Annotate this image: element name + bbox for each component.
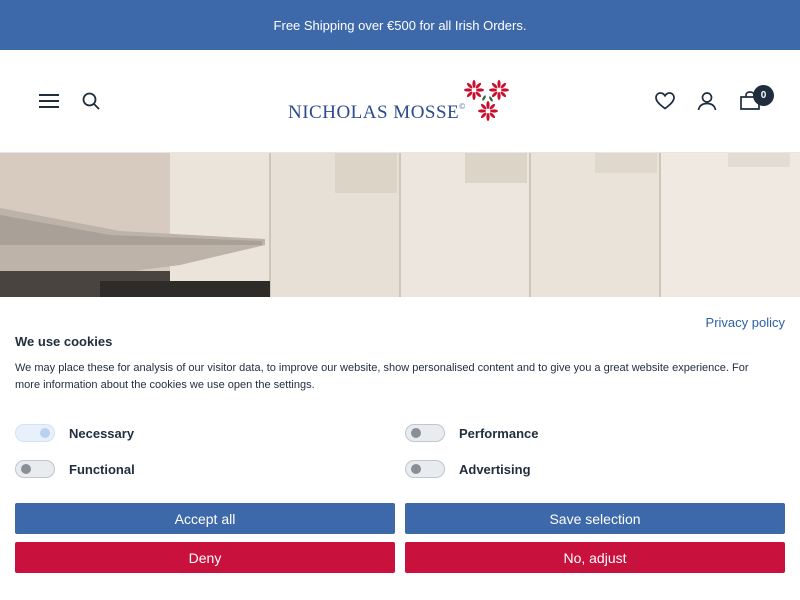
toggle-knob [411,464,421,474]
site-header: NICHOLAS MOSSE© 0 [0,50,800,153]
cart-count-badge: 0 [753,85,774,106]
announcement-text: Free Shipping over €500 for all Irish Or… [273,17,527,33]
privacy-policy-link[interactable]: Privacy policy [706,315,785,330]
necessary-toggle[interactable] [15,424,55,442]
performance-option: Performance [405,424,538,442]
necessary-option: Necessary [15,424,134,442]
save-selection-button[interactable]: Save selection [405,503,785,534]
search-icon[interactable] [79,89,103,113]
accept-all-button[interactable]: Accept all [15,503,395,534]
site-logo[interactable]: NICHOLAS MOSSE© [286,78,516,126]
performance-toggle[interactable] [405,424,445,442]
no-adjust-button[interactable]: No, adjust [405,542,785,573]
account-icon[interactable] [695,89,719,113]
toggle-knob [40,428,50,438]
toggle-knob [21,464,31,474]
necessary-label: Necessary [69,425,135,441]
deny-button[interactable]: Deny [15,542,395,573]
functional-label: Functional [69,461,135,477]
cookie-description: We may place these for analysis of our v… [15,362,749,391]
functional-toggle[interactable] [15,460,55,478]
functional-option: Functional [15,460,135,478]
hero-image [0,153,800,298]
heart-icon[interactable] [653,89,677,113]
hero-kitchen-image [0,153,800,298]
logo-flowers-icon [464,80,509,121]
advertising-toggle[interactable] [405,460,445,478]
performance-label: Performance [459,425,539,441]
advertising-option: Advertising [405,460,531,478]
logo-wordmark: NICHOLAS MOSSE© [288,102,466,123]
toggle-knob [411,428,421,438]
cookie-banner: Privacy policy We use cookies We may pla… [0,297,800,600]
advertising-label: Advertising [459,461,531,477]
hamburger-menu-icon[interactable] [37,90,61,112]
cookie-title: We use cookies [15,334,113,349]
announcement-bar: Free Shipping over €500 for all Irish Or… [0,0,800,50]
